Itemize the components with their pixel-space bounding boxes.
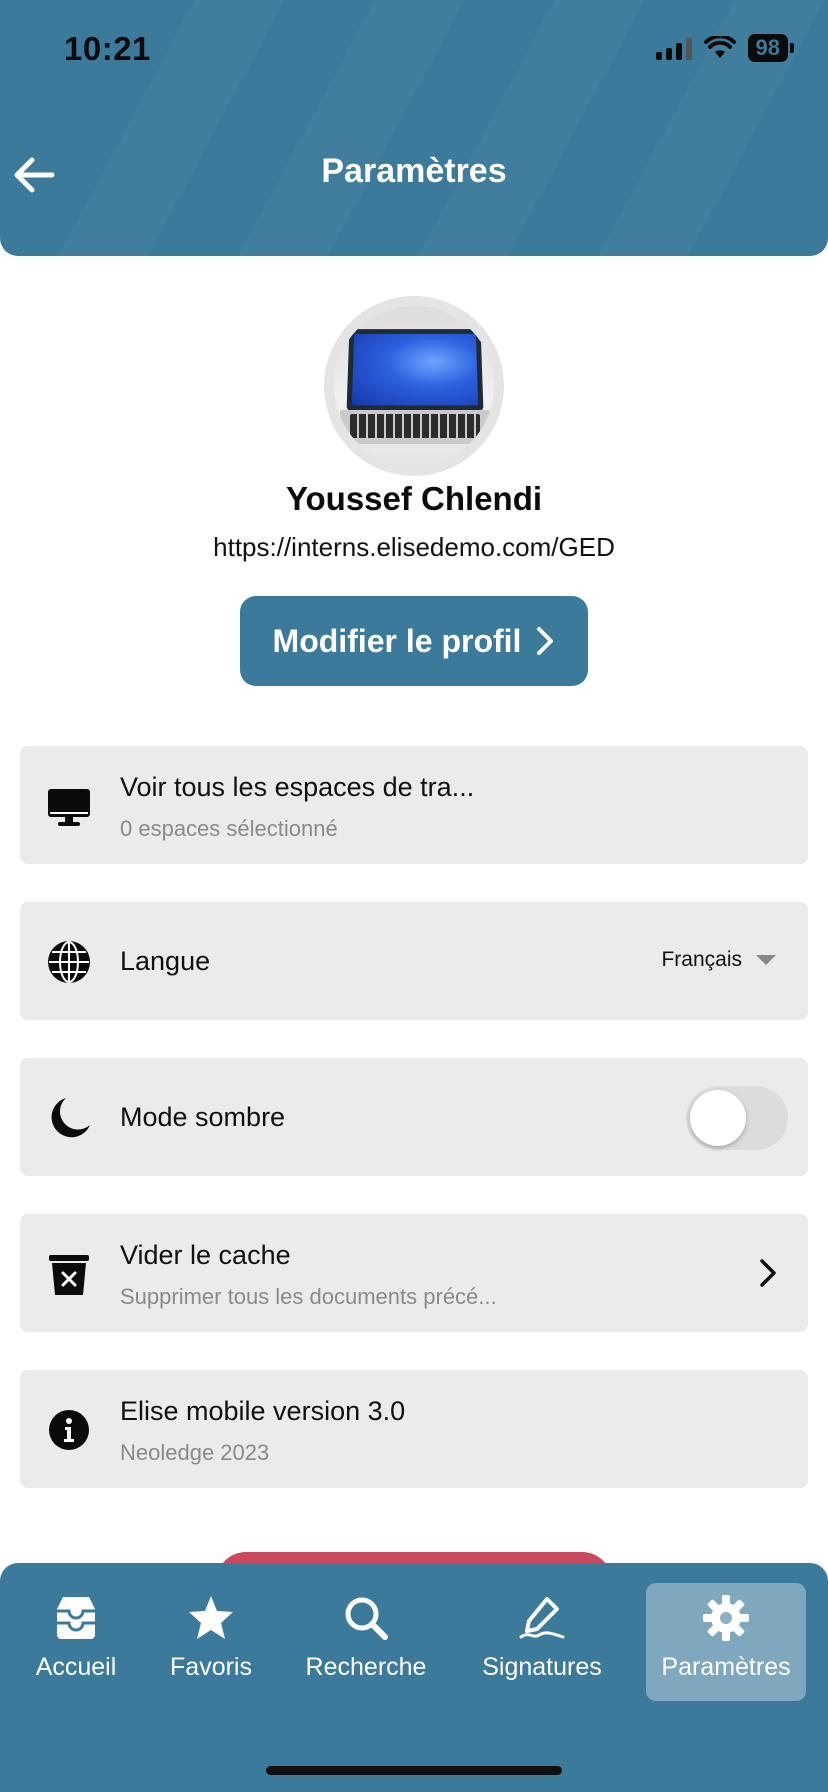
toggle-knob <box>690 1090 746 1146</box>
gear-icon <box>703 1595 749 1641</box>
wifi-icon <box>703 36 736 58</box>
app-header: 10:21 98 Paramètres <box>0 0 828 256</box>
trash-icon <box>49 1255 89 1295</box>
nav-item-accueil[interactable]: Accueil <box>20 1583 132 1703</box>
profile-name: Youssef Chlendi <box>285 480 543 517</box>
language-card: Langue Français <box>20 902 808 1020</box>
status-time: 10:21 <box>64 30 151 67</box>
search-icon <box>345 1597 388 1640</box>
bottom-nav: Accueil Favoris Recherche Signatures Par… <box>0 1563 828 1792</box>
workspaces-title: Voir tous les espaces de tra... <box>120 772 475 802</box>
moon-icon <box>51 1098 90 1138</box>
nav-item-recherche[interactable]: Recherche <box>296 1583 436 1703</box>
dark-mode-title: Mode sombre <box>120 1102 286 1132</box>
nav-item-favoris[interactable]: Favoris <box>156 1583 266 1703</box>
nav-label-parametres: Paramètres <box>661 1653 791 1681</box>
clear-cache-title: Vider le cache <box>120 1240 291 1270</box>
workspaces-card[interactable]: Voir tous les espaces de tra... 0 espace… <box>20 746 808 864</box>
avatar[interactable] <box>324 296 504 476</box>
nav-label-signatures: Signatures <box>482 1653 602 1681</box>
nav-label-accueil: Accueil <box>35 1653 117 1681</box>
dark-mode-toggle[interactable] <box>686 1086 788 1150</box>
star-icon <box>189 1596 233 1639</box>
cellular-signal-icon <box>655 36 692 60</box>
version-subtitle: Neoledge 2023 <box>120 1440 270 1465</box>
globe-icon <box>48 941 90 983</box>
nav-item-signatures[interactable]: Signatures <box>470 1583 614 1703</box>
status-indicators: 98 <box>655 34 795 62</box>
nav-item-parametres[interactable]: Paramètres <box>646 1583 806 1701</box>
dark-mode-card: Mode sombre <box>20 1058 808 1176</box>
language-dropdown[interactable]: Français <box>661 948 776 972</box>
version-card: Elise mobile version 3.0 Neoledge 2023 <box>20 1370 808 1488</box>
edit-profile-label: Modifier le profil <box>272 622 522 659</box>
clear-cache-card[interactable]: Vider le cache Supprimer tous les docume… <box>20 1214 808 1332</box>
page-title: Paramètres <box>321 152 507 190</box>
chevron-right-icon <box>537 627 554 655</box>
chevron-right-icon <box>760 1259 776 1287</box>
nav-label-recherche: Recherche <box>305 1653 427 1681</box>
edit-profile-button[interactable]: Modifier le profil <box>240 596 588 686</box>
battery-indicator: 98 <box>747 34 795 62</box>
avatar-image <box>334 306 494 466</box>
inbox-icon <box>57 1597 95 1639</box>
signature-icon <box>519 1597 565 1639</box>
language-value: Français <box>661 948 742 971</box>
profile-url: https://interns.elisedemo.com/GED <box>213 532 615 562</box>
language-title: Langue <box>120 946 211 976</box>
version-title: Elise mobile version 3.0 <box>120 1396 406 1426</box>
home-indicator <box>266 1766 562 1775</box>
clear-cache-subtitle: Supprimer tous les documents précé... <box>120 1284 497 1309</box>
workspaces-subtitle: 0 espaces sélectionné <box>120 816 338 841</box>
nav-label-favoris: Favoris <box>170 1653 252 1681</box>
info-icon <box>49 1410 89 1450</box>
monitor-icon <box>48 789 90 826</box>
caret-down-icon <box>756 955 776 965</box>
